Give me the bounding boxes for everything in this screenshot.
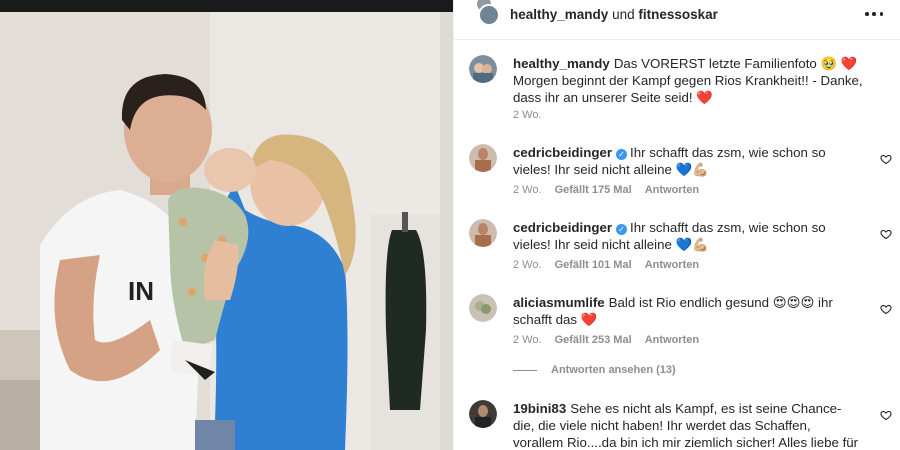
comment-username[interactable]: 19bini83 xyxy=(513,401,566,416)
avatar[interactable] xyxy=(469,219,497,247)
reply-button[interactable]: Antworten xyxy=(645,184,699,196)
comment-meta: 2 Wo. Gefällt 175 Mal Antworten xyxy=(513,184,709,196)
comment-meta: 2 Wo. Gefällt 101 Mal Antworten xyxy=(513,259,709,271)
comment-username[interactable]: cedricbeidinger xyxy=(513,220,612,235)
comment-time[interactable]: 2 Wo. xyxy=(513,259,542,271)
avatar[interactable] xyxy=(469,55,497,83)
comment-text-block: 19bini83 Sehe es nicht als Kampf, es ist … xyxy=(513,400,863,450)
comment-username[interactable]: aliciasmumlife xyxy=(513,295,605,310)
more-options-icon[interactable] xyxy=(865,6,883,22)
view-replies-button[interactable]: Antworten ansehen (13) xyxy=(513,364,676,376)
collaborator-username[interactable]: fitnessoskar xyxy=(638,7,718,22)
view-replies-label: Antworten ansehen (13) xyxy=(551,364,676,376)
caption-text: healthy_mandy Das VORERST letzte Familien… xyxy=(513,55,863,106)
authors-connector: und xyxy=(612,7,635,22)
reply-button[interactable]: Antworten xyxy=(645,259,699,271)
owner-avatar[interactable] xyxy=(478,3,500,26)
comment-time[interactable]: 2 Wo. xyxy=(513,109,542,121)
comment-text-block: aliciasmumlife Bald ist Rio endlich gesun… xyxy=(513,294,863,328)
comment-meta: 2 Wo. xyxy=(513,109,552,121)
post-authors: healthy_mandy und fitnessoskar xyxy=(510,7,718,22)
comment-likes[interactable]: Gefällt 175 Mal xyxy=(555,184,632,196)
reply-button[interactable]: Antworten xyxy=(645,334,699,346)
verified-badge-icon: ✓ xyxy=(616,224,628,235)
svg-text:IN: IN xyxy=(128,276,154,306)
comment-text-block: cedricbeidinger ✓ Ihr schafft das zsm, wie… xyxy=(513,144,863,178)
avatar[interactable] xyxy=(469,144,497,172)
post-photo: IN xyxy=(0,0,453,450)
verified-badge-icon: ✓ xyxy=(616,149,628,160)
avatar[interactable] xyxy=(469,400,497,428)
post-header: healthy_mandy und fitnessoskar xyxy=(454,0,900,29)
owner-username[interactable]: healthy_mandy xyxy=(510,7,608,22)
comment-likes[interactable]: Gefällt 101 Mal xyxy=(555,259,632,271)
comments-panel: healthy_mandy und fitnessoskar healthy_m… xyxy=(453,0,900,450)
replies-line xyxy=(513,369,537,371)
header-divider xyxy=(454,39,900,40)
comment-text-block: cedricbeidinger ✓ Ihr schafft das zsm, wie… xyxy=(513,219,863,253)
heart-outline-icon[interactable] xyxy=(880,303,892,315)
comment-username[interactable]: cedricbeidinger xyxy=(513,145,612,160)
comment-time[interactable]: 2 Wo. xyxy=(513,334,542,346)
avatar[interactable] xyxy=(469,294,497,322)
heart-outline-icon[interactable] xyxy=(880,228,892,240)
comment-time[interactable]: 2 Wo. xyxy=(513,184,542,196)
heart-outline-icon[interactable] xyxy=(880,153,892,165)
comment-username[interactable]: healthy_mandy xyxy=(513,56,610,71)
header-avatars[interactable] xyxy=(472,0,500,29)
family-photo-image: IN xyxy=(0,0,453,450)
comment-likes[interactable]: Gefällt 253 Mal xyxy=(555,334,632,346)
comment-meta: 2 Wo. Gefällt 253 Mal Antworten xyxy=(513,334,709,346)
heart-outline-icon[interactable] xyxy=(880,409,892,421)
